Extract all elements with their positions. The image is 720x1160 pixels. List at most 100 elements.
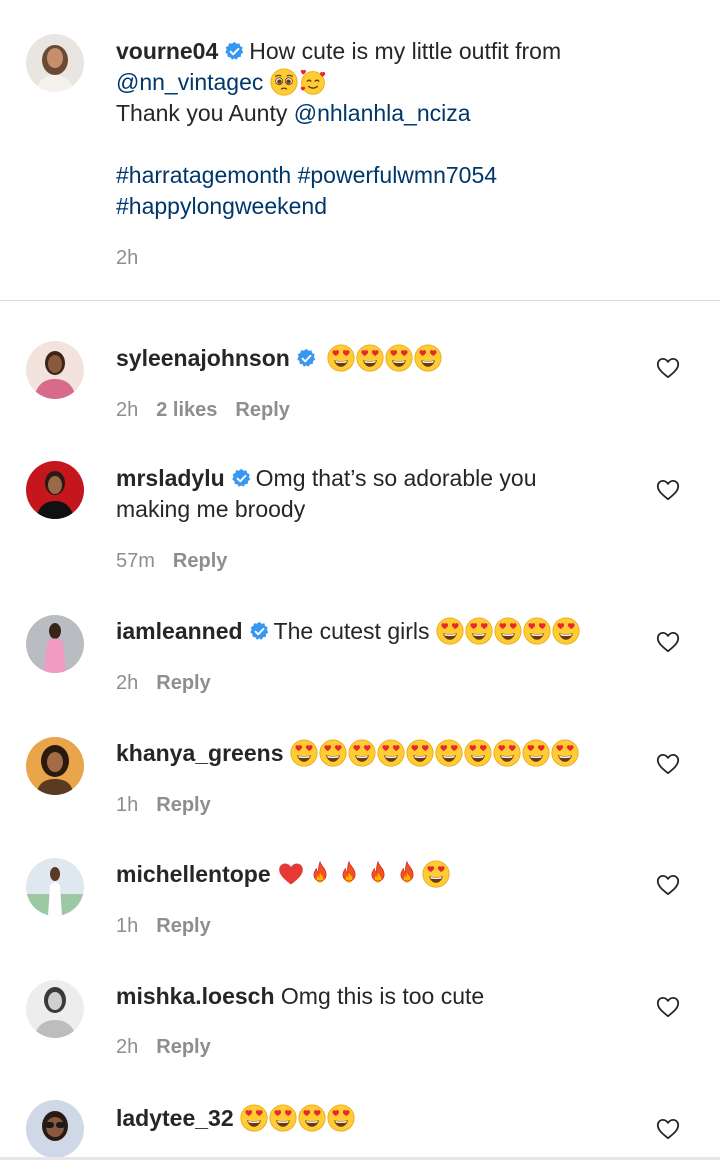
hashtag-link[interactable]: #powerfulwmn7054 — [298, 162, 497, 188]
comment-text: khanya_greens — [116, 738, 656, 769]
smiling-face-with-hearts-icon — [299, 68, 327, 96]
mention-link[interactable]: @nhlanhla_nciza — [294, 100, 471, 126]
fire-emoji-icon — [306, 860, 334, 888]
heart-eyes-emoji-icon — [522, 739, 550, 767]
heart-eyes-emoji-icon — [552, 617, 580, 645]
verified-badge-icon — [296, 348, 317, 369]
avatar-michellentope[interactable] — [26, 858, 84, 916]
heart-eyes-emoji-icon — [356, 344, 384, 372]
avatar-ladytee_32[interactable] — [26, 1100, 84, 1158]
red-heart-emoji-icon — [277, 860, 305, 888]
reply-button[interactable]: Reply — [156, 794, 210, 816]
caption-text: vourne04 How cute is my little outfit fro… — [116, 36, 676, 222]
avatar-mishka-loesch[interactable] — [26, 980, 84, 1038]
heart-eyes-emoji-icon — [327, 344, 355, 372]
comment-item: syleenajohnson 2h 2 likes Reply — [0, 301, 720, 441]
heart-eyes-emoji-icon — [269, 1104, 297, 1132]
fire-emoji-icon — [335, 860, 363, 888]
reply-button[interactable]: Reply — [173, 550, 227, 572]
like-heart-icon[interactable] — [656, 996, 680, 1018]
heart-eyes-emoji-icon — [290, 739, 318, 767]
comment-meta: 2h Reply — [116, 671, 211, 695]
post-caption: vourne04 How cute is my little outfit fro… — [0, 0, 720, 301]
verified-badge-icon — [231, 468, 252, 489]
heart-eyes-emoji-icon — [465, 617, 493, 645]
comment-body: Omg that’s so adorable you — [255, 465, 537, 491]
reply-button[interactable]: Reply — [156, 672, 210, 694]
avatar-mrsladylu[interactable] — [26, 461, 84, 519]
hashtag-link[interactable]: #happylongweekend — [116, 193, 327, 219]
reply-button[interactable]: Reply — [156, 915, 210, 937]
reply-button[interactable]: Reply — [235, 399, 289, 421]
comment-item: michellentope 1h Reply — [0, 836, 720, 958]
like-heart-icon[interactable] — [656, 631, 680, 653]
avatar-vourne04[interactable] — [26, 34, 84, 92]
comment-username[interactable]: khanya_greens — [116, 740, 283, 766]
comment-text: syleenajohnson — [116, 343, 636, 374]
avatar-khanya_greens[interactable] — [26, 737, 84, 795]
comment-body: The cutest girls — [273, 618, 430, 644]
comment-username[interactable]: mishka.loesch — [116, 983, 275, 1009]
comment-body-line2: making me broody — [116, 496, 306, 522]
comment-item: mrsladylu Omg that’s so adorable you maki… — [0, 441, 720, 593]
comment-body: Omg this is too cute — [280, 983, 485, 1009]
comment-username[interactable]: syleenajohnson — [116, 345, 290, 371]
heart-eyes-emoji-icon — [348, 739, 376, 767]
fire-emoji-icon — [364, 860, 392, 888]
heart-eyes-emoji-icon — [414, 344, 442, 372]
heart-eyes-emoji-icon — [551, 739, 579, 767]
comment-likes[interactable]: 2 likes — [156, 399, 217, 421]
heart-eyes-emoji-icon — [377, 739, 405, 767]
heart-eyes-emoji-icon — [298, 1104, 326, 1132]
verified-badge-icon — [249, 621, 270, 642]
comment-meta: 2h 2 likes Reply — [116, 398, 290, 422]
heart-eyes-emoji-icon — [494, 617, 522, 645]
caption-username[interactable]: vourne04 — [116, 38, 218, 64]
comment-timestamp: 2h — [116, 672, 139, 694]
fire-emoji-icon — [393, 860, 421, 888]
comment-text: ladytee_32 — [116, 1103, 636, 1134]
heart-eyes-emoji-icon — [436, 617, 464, 645]
comment-username[interactable]: mrsladylu — [116, 465, 225, 491]
caption-line2: Thank you Aunty — [116, 100, 288, 126]
comment-text: iamleanned The cutest girls — [116, 616, 636, 647]
comment-meta: 2h Reply — [116, 1035, 211, 1059]
mention-link[interactable]: @nn_vintagec — [116, 69, 263, 95]
comment-item: iamleanned The cutest girls 2h Reply — [0, 593, 720, 715]
comment-item: khanya_greens 1h Reply — [0, 715, 720, 836]
heart-eyes-emoji-icon — [464, 739, 492, 767]
like-heart-icon[interactable] — [656, 874, 680, 896]
like-heart-icon[interactable] — [656, 753, 680, 775]
heart-eyes-emoji-icon — [435, 739, 463, 767]
comment-timestamp: 2h — [116, 1036, 139, 1058]
heart-eyes-emoji-icon — [240, 1104, 268, 1132]
comment-timestamp: 1h — [116, 915, 139, 937]
hashtag-link[interactable]: #harratagemonth — [116, 162, 291, 188]
comment-text: mishka.loesch Omg this is too cute — [116, 981, 636, 1012]
heart-eyes-emoji-icon — [327, 1104, 355, 1132]
comment-text: mrsladylu Omg that’s so adorable you maki… — [116, 463, 636, 525]
comment-username[interactable]: ladytee_32 — [116, 1105, 234, 1131]
comment-username[interactable]: michellentope — [116, 861, 271, 887]
heart-eyes-emoji-icon — [493, 739, 521, 767]
verified-badge-icon — [224, 41, 245, 62]
like-heart-icon[interactable] — [656, 357, 680, 379]
heart-eyes-emoji-icon — [319, 739, 347, 767]
comment-username[interactable]: iamleanned — [116, 618, 243, 644]
comment-timestamp: 1h — [116, 794, 139, 816]
avatar-iamleanned[interactable] — [26, 615, 84, 673]
comment-timestamp: 57m — [116, 550, 155, 572]
caption-line1: How cute is my little outfit from — [249, 38, 562, 64]
reply-button[interactable]: Reply — [156, 1036, 210, 1058]
like-heart-icon[interactable] — [656, 1118, 680, 1140]
comment-item: ladytee_32 — [0, 1080, 720, 1158]
comment-item: mishka.loesch Omg this is too cute 2h Rep… — [0, 958, 720, 1080]
heart-eyes-emoji-icon — [422, 860, 450, 888]
comment-text: michellentope — [116, 859, 636, 890]
comment-meta: 1h Reply — [116, 793, 211, 817]
pleading-face-icon — [270, 68, 298, 96]
avatar-syleenajohnson[interactable] — [26, 341, 84, 399]
like-heart-icon[interactable] — [656, 479, 680, 501]
comment-timestamp: 2h — [116, 399, 139, 421]
heart-eyes-emoji-icon — [406, 739, 434, 767]
